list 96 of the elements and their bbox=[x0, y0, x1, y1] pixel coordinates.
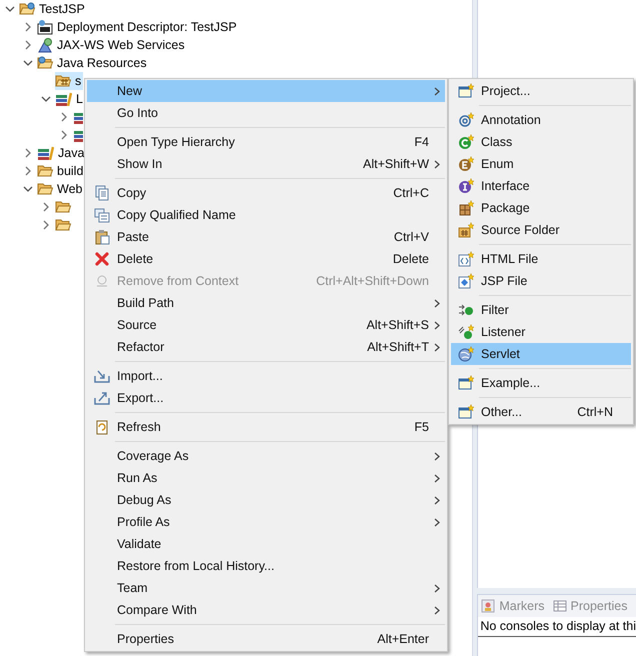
tree-item[interactable]: TestJSP bbox=[19, 0, 87, 18]
chevron-down-icon[interactable] bbox=[41, 94, 51, 104]
project-folder-icon bbox=[19, 2, 35, 16]
class-icon bbox=[458, 134, 474, 150]
resources-folder-icon bbox=[37, 56, 53, 70]
tree-item[interactable]: Java Resources bbox=[37, 54, 149, 72]
menu-item[interactable]: Package bbox=[451, 197, 631, 219]
menu-item[interactable]: Copy Qualified Name bbox=[87, 204, 445, 226]
tree-item[interactable]: Web bbox=[37, 180, 84, 198]
folder-icon bbox=[37, 164, 53, 178]
chevron-right-icon[interactable] bbox=[59, 112, 69, 122]
menu-item[interactable]: Open Type Hierarchy F4 bbox=[87, 131, 445, 153]
chevron-right-icon[interactable] bbox=[23, 166, 33, 176]
filter-icon bbox=[458, 302, 474, 318]
menu-item[interactable]: Refactor Alt+Shift+T bbox=[87, 336, 445, 358]
menu-item[interactable]: Source Alt+Shift+S bbox=[87, 314, 445, 336]
menu-item[interactable]: Filter bbox=[451, 299, 631, 321]
menu-item[interactable]: Example... bbox=[451, 372, 631, 394]
menu-item[interactable]: Enum bbox=[451, 153, 631, 175]
menu-item[interactable]: Compare With bbox=[87, 599, 445, 621]
chevron-right-icon[interactable] bbox=[23, 40, 33, 50]
chevron-down-icon[interactable] bbox=[5, 4, 15, 14]
menu-item[interactable]: Go Into bbox=[87, 102, 445, 124]
copy-icon bbox=[94, 185, 110, 201]
menu-item[interactable]: Restore from Local History... bbox=[87, 555, 445, 577]
menu-item[interactable]: New bbox=[87, 80, 445, 102]
web-service-icon bbox=[37, 37, 53, 53]
library-icon bbox=[73, 110, 83, 124]
menu-item[interactable]: Validate bbox=[87, 533, 445, 555]
folder-icon bbox=[55, 200, 71, 214]
chevron-down-icon[interactable] bbox=[23, 58, 33, 68]
tree-item[interactable]: JAX-WS Web Services bbox=[37, 36, 187, 54]
interface-icon bbox=[458, 178, 474, 194]
servlet-icon bbox=[458, 346, 474, 362]
copy-name-icon bbox=[94, 207, 110, 223]
menu-item[interactable]: Show In Alt+Shift+W bbox=[87, 153, 445, 175]
import-icon bbox=[94, 368, 110, 384]
library-icon bbox=[73, 128, 83, 142]
menu-item[interactable]: Project... bbox=[451, 80, 631, 102]
source-folder-icon bbox=[458, 222, 474, 238]
tree-item[interactable]: build bbox=[37, 162, 86, 180]
properties-icon bbox=[552, 599, 567, 613]
tree-item[interactable]: Java bbox=[37, 144, 86, 162]
menu-item[interactable]: Profile As bbox=[87, 511, 445, 533]
enum-icon bbox=[458, 156, 474, 172]
jsp-file-icon bbox=[458, 273, 474, 289]
console-message: No consoles to display at thi bbox=[478, 617, 636, 637]
delete-icon bbox=[94, 251, 110, 267]
chevron-right-icon[interactable] bbox=[23, 22, 33, 32]
menu-item[interactable]: Team bbox=[87, 577, 445, 599]
example-icon bbox=[458, 375, 474, 391]
package-folder-icon bbox=[55, 74, 71, 88]
menu-item[interactable]: JSP File bbox=[451, 270, 631, 292]
menu-item[interactable]: Build Path bbox=[87, 292, 445, 314]
paste-icon bbox=[94, 229, 110, 245]
menu-item[interactable]: Source Folder bbox=[451, 219, 631, 241]
remove-context-icon bbox=[94, 273, 110, 289]
menu-item[interactable]: HTML File bbox=[451, 248, 631, 270]
markers-icon bbox=[481, 599, 496, 613]
menu-item[interactable]: Servlet bbox=[451, 343, 631, 365]
project-icon bbox=[458, 83, 474, 99]
chevron-right-icon[interactable] bbox=[41, 220, 51, 230]
wizard-icon bbox=[458, 404, 474, 420]
folder-icon bbox=[37, 182, 53, 196]
menu-item[interactable]: Coverage As bbox=[87, 445, 445, 467]
library-icon bbox=[55, 92, 72, 106]
refresh-icon bbox=[94, 419, 110, 435]
chevron-down-icon[interactable] bbox=[23, 184, 33, 194]
menu-item[interactable]: Class bbox=[451, 131, 631, 153]
package-icon bbox=[458, 200, 474, 216]
menu-item[interactable]: Properties Alt+Enter bbox=[87, 628, 445, 650]
menu-item[interactable]: Other... Ctrl+N bbox=[451, 401, 631, 423]
menu-item[interactable]: Delete Delete bbox=[87, 248, 445, 270]
menu-item[interactable]: Export... bbox=[87, 387, 445, 409]
chevron-right-icon[interactable] bbox=[23, 148, 33, 158]
menu-item[interactable]: Refresh F5 bbox=[87, 416, 445, 438]
tree-item[interactable]: L bbox=[55, 90, 85, 108]
tree-item[interactable]: Deployment Descriptor: TestJSP bbox=[37, 18, 239, 36]
descriptor-icon bbox=[37, 19, 53, 35]
listener-icon bbox=[458, 324, 474, 340]
html-file-icon bbox=[458, 251, 474, 267]
annotation-icon bbox=[458, 112, 474, 128]
folder-icon bbox=[55, 218, 71, 232]
menu-item[interactable]: Annotation bbox=[451, 109, 631, 131]
menu-item[interactable]: Debug As bbox=[87, 489, 445, 511]
menu-item[interactable]: Paste Ctrl+V bbox=[87, 226, 445, 248]
menu-item[interactable]: Import... bbox=[87, 365, 445, 387]
library-icon bbox=[37, 146, 54, 160]
tree-item[interactable]: s bbox=[55, 72, 84, 90]
menu-item[interactable]: Listener bbox=[451, 321, 631, 343]
menu-item[interactable]: Copy Ctrl+C bbox=[87, 182, 445, 204]
chevron-right-icon[interactable] bbox=[59, 130, 69, 140]
menu-item[interactable]: Run As bbox=[87, 467, 445, 489]
export-icon bbox=[94, 390, 110, 406]
menu-item[interactable]: Interface bbox=[451, 175, 631, 197]
chevron-right-icon[interactable] bbox=[41, 202, 51, 212]
